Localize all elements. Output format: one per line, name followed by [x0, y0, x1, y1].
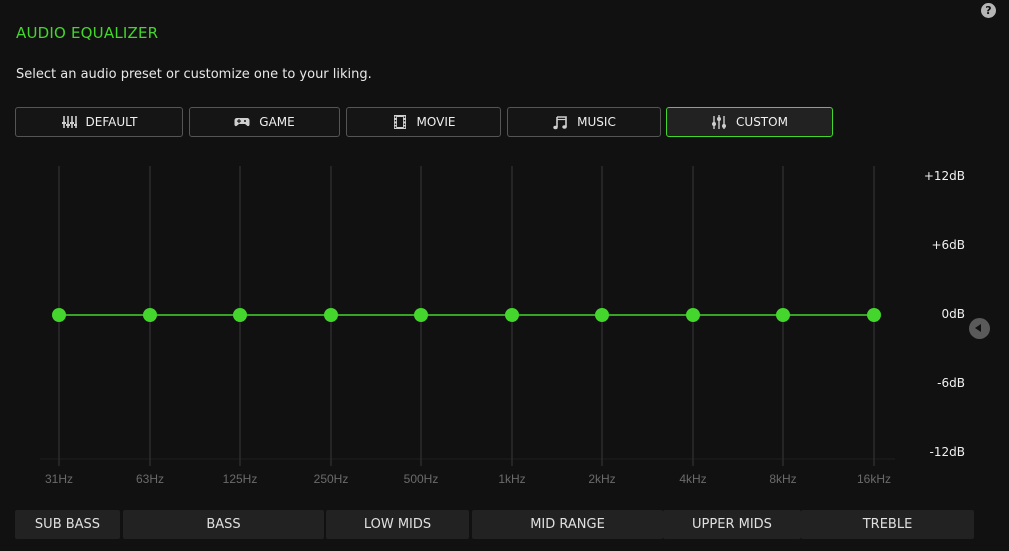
- slider-knob-63hz[interactable]: [143, 308, 157, 322]
- freq-label: 4kHz: [679, 472, 707, 486]
- freq-label: 1kHz: [498, 472, 526, 486]
- db-label: +12dB: [923, 169, 965, 183]
- freq-label: 31Hz: [44, 472, 73, 486]
- slider-knob-31hz[interactable]: [52, 308, 66, 322]
- band-group-bass: BASS: [123, 510, 324, 539]
- band-group-sub-bass: SUB BASS: [15, 510, 120, 539]
- slider-knob-500hz[interactable]: [414, 308, 428, 322]
- freq-label: 250Hz: [313, 472, 349, 486]
- slider-knob-125hz[interactable]: [233, 308, 247, 322]
- slider-knob-2khz[interactable]: [595, 308, 609, 322]
- band-group-mid-range: MID RANGE: [472, 510, 663, 539]
- band-group-low-mids: LOW MIDS: [326, 510, 469, 539]
- freq-label: 500Hz: [403, 472, 439, 486]
- db-label: -12dB: [929, 445, 965, 459]
- freq-label: 8kHz: [769, 472, 797, 486]
- slider-knob-1khz[interactable]: [505, 308, 519, 322]
- slider-knob-8khz[interactable]: [776, 308, 790, 322]
- db-label: -6dB: [937, 376, 965, 390]
- db-label: 0dB: [941, 307, 965, 321]
- band-group-treble: TREBLE: [801, 510, 974, 539]
- slider-knob-250hz[interactable]: [324, 308, 338, 322]
- slider-knob-16khz[interactable]: [867, 308, 881, 322]
- freq-label: 2kHz: [588, 472, 616, 486]
- slider-knob-4khz[interactable]: [686, 308, 700, 322]
- freq-label: 125Hz: [222, 472, 258, 486]
- equalizer-graph: [40, 166, 895, 466]
- collapse-panel-button[interactable]: [969, 318, 990, 339]
- freq-label: 16kHz: [856, 472, 891, 486]
- db-label: +6dB: [931, 238, 965, 252]
- freq-label: 63Hz: [135, 472, 164, 486]
- band-group-upper-mids: UPPER MIDS: [663, 510, 801, 539]
